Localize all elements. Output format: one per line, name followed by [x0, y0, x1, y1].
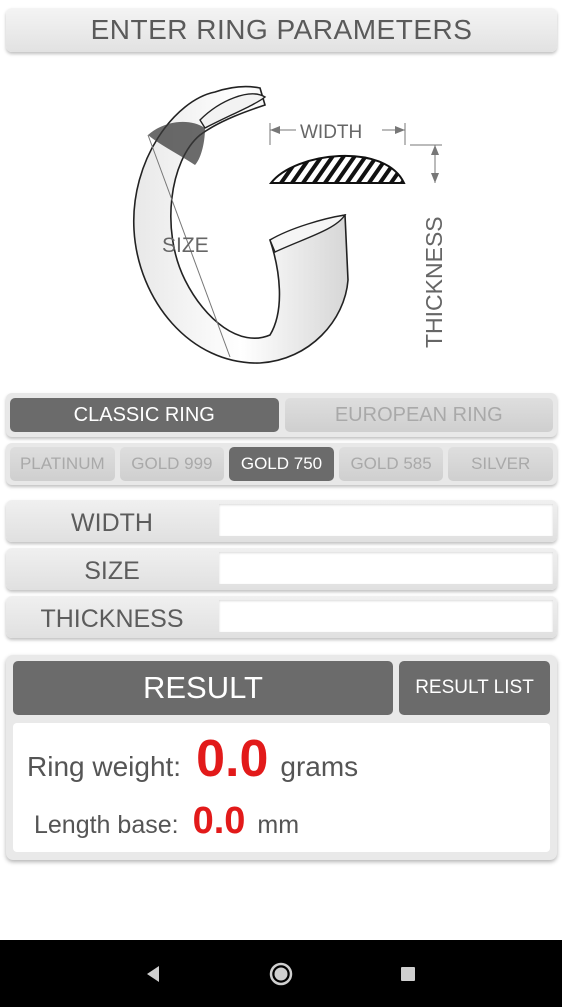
platinum-button[interactable]: PLATINUM	[10, 447, 115, 481]
recents-icon[interactable]	[388, 954, 428, 994]
length-base-label: Length base:	[34, 811, 179, 839]
gold-750-button[interactable]: GOLD 750	[229, 447, 334, 481]
ring-weight-unit: grams	[280, 751, 359, 782]
gold-999-button[interactable]: GOLD 999	[119, 447, 225, 481]
length-base-row: Length base: 0.0 mm	[34, 800, 299, 843]
size-row: SIZE	[6, 548, 557, 590]
thickness-input[interactable]	[219, 600, 553, 632]
home-icon[interactable]	[261, 954, 301, 994]
size-field-label: SIZE	[84, 556, 140, 585]
result-button[interactable]: RESULT	[13, 661, 393, 715]
thickness-row: THICKNESS	[6, 596, 557, 638]
back-icon[interactable]	[134, 954, 174, 994]
result-card: RESULT RESULT LIST Ring weight: 0.0 gram…	[6, 655, 557, 860]
ring-weight-value: 0.0	[196, 730, 269, 788]
width-label: WIDTH	[300, 122, 362, 143]
thickness-label: THICKNESS	[421, 216, 447, 348]
metal-selector: PLATINUM GOLD 999 GOLD 750 GOLD 585 SILV…	[6, 443, 557, 485]
length-base-unit: mm	[257, 811, 300, 839]
page-title: ENTER RING PARAMETERS	[6, 8, 557, 52]
result-display: Ring weight: 0.0 grams Length base: 0.0 …	[13, 723, 550, 852]
system-nav-bar	[0, 940, 562, 1007]
cross-section	[268, 155, 406, 184]
european-ring-button[interactable]: EUROPEAN RING	[284, 398, 553, 432]
size-input[interactable]	[219, 552, 553, 584]
ring-weight-label: Ring weight:	[27, 751, 182, 782]
result-list-button[interactable]: RESULT LIST	[399, 661, 550, 715]
width-input[interactable]	[219, 504, 553, 536]
classic-ring-button[interactable]: CLASSIC RING	[10, 398, 279, 432]
ring-type-selector: CLASSIC RING EUROPEAN RING	[6, 393, 557, 437]
thickness-field-label: THICKNESS	[40, 604, 184, 633]
ring-diagram: SIZE WIDTH THICKNESS	[120, 80, 460, 370]
silver-button[interactable]: SILVER	[448, 447, 553, 481]
ring-weight-row: Ring weight: 0.0 grams	[27, 729, 358, 789]
gold-585-button[interactable]: GOLD 585	[338, 447, 444, 481]
size-label: SIZE	[162, 234, 209, 257]
width-row: WIDTH	[6, 500, 557, 542]
length-base-value: 0.0	[192, 800, 246, 842]
width-field-label: WIDTH	[71, 508, 153, 537]
